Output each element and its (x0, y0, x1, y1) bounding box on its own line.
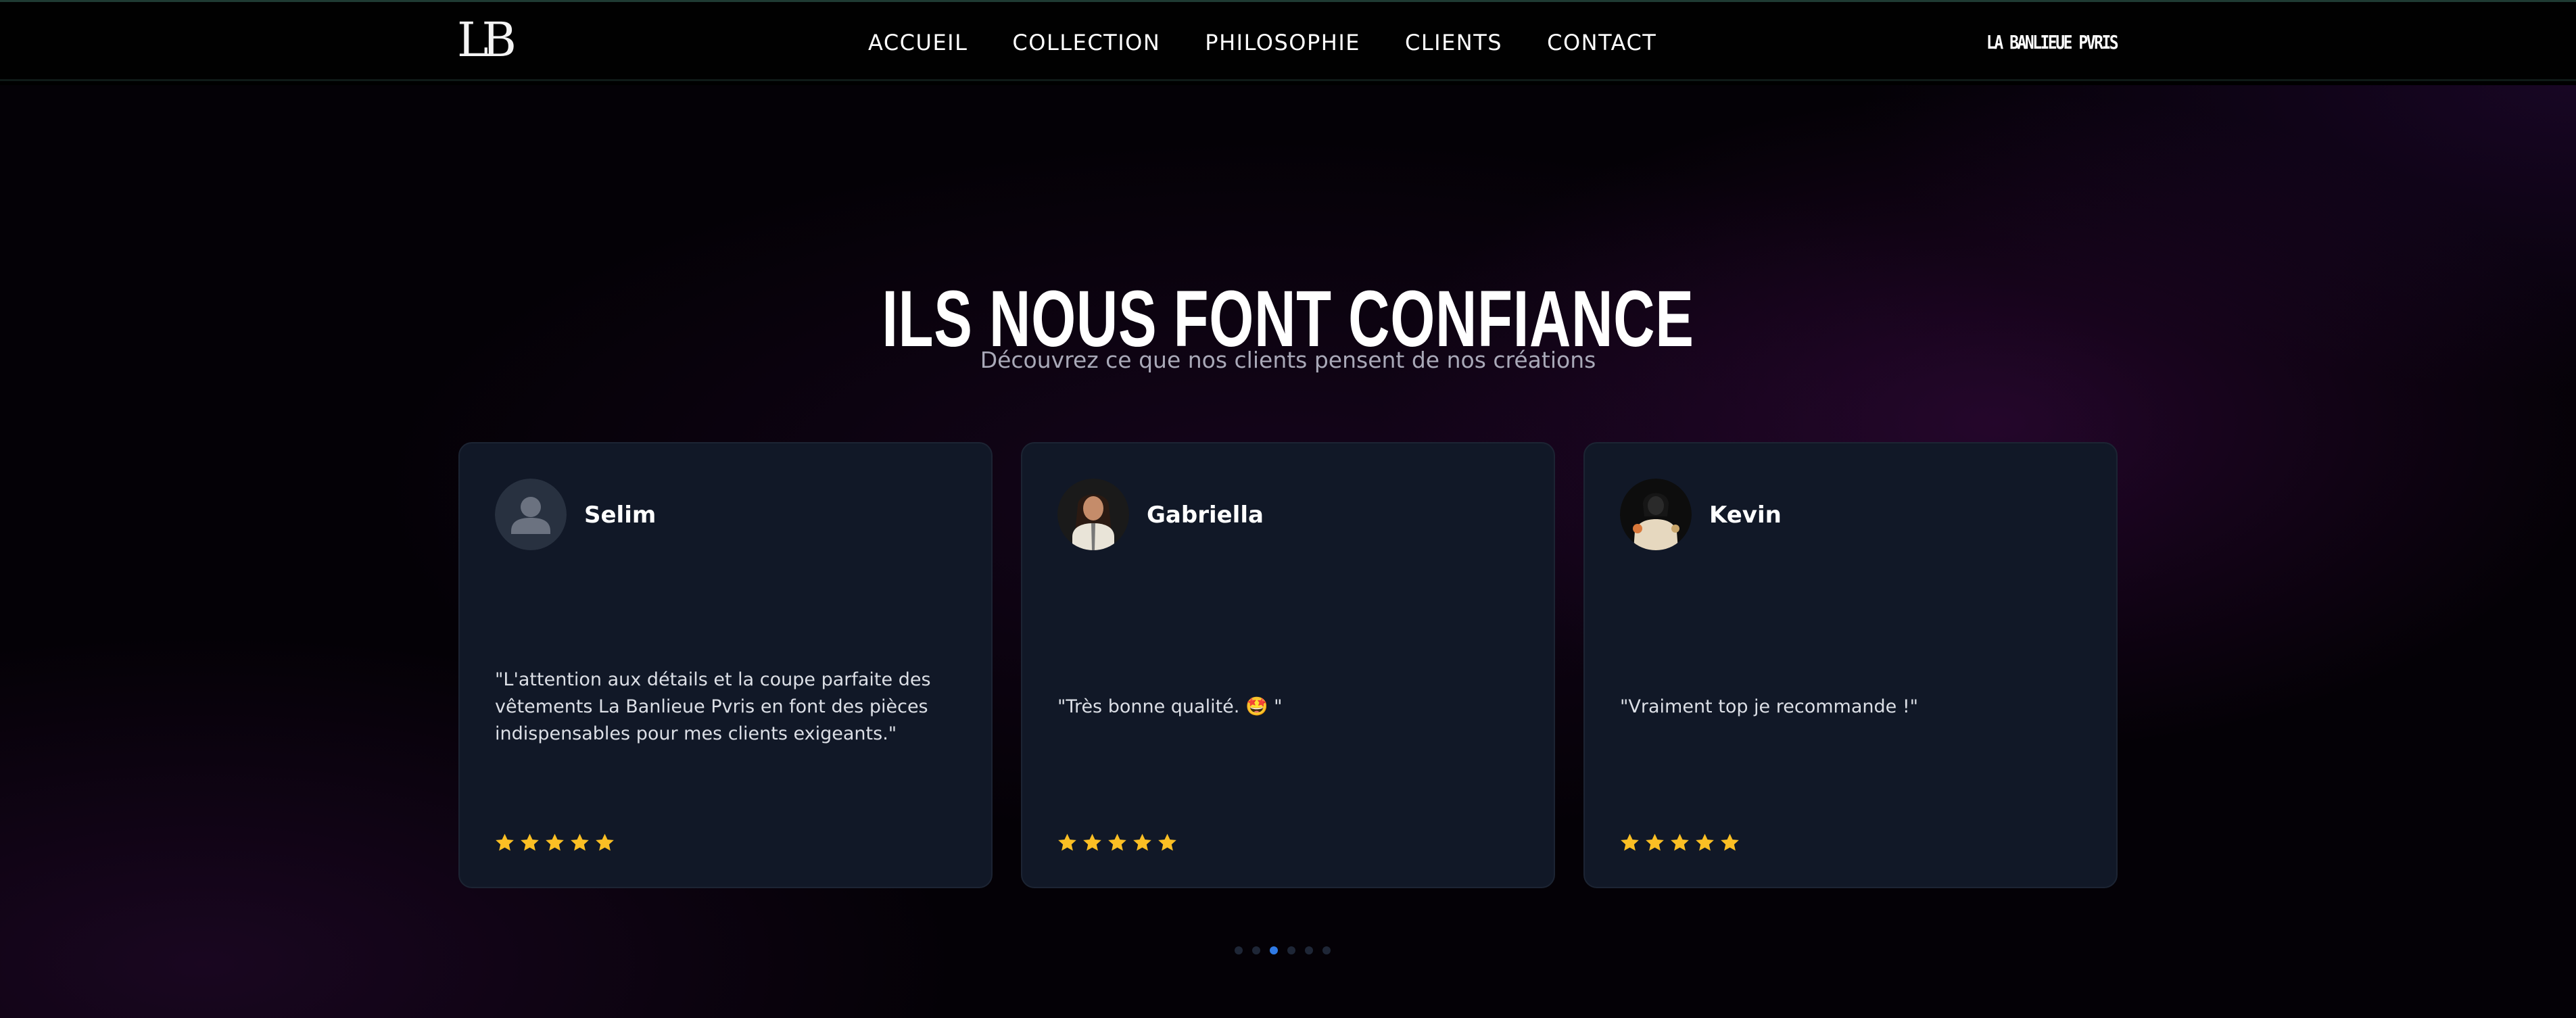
default-user-icon (495, 479, 567, 550)
rating-stars (1619, 831, 1741, 854)
testimonial-quote: "L'attention aux détails et la coupe par… (495, 646, 951, 768)
pagination-dot[interactable] (1322, 946, 1331, 954)
nav-link-accueil[interactable]: ACCUEIL (868, 28, 968, 57)
testimonial-quote: "Très bonne qualité. 🤩 " (1057, 646, 1513, 768)
brand-logo[interactable]: LB (457, 14, 522, 67)
testimonial-card-gabriella: Gabriella "Très bonne qualité. 🤩 " (1021, 442, 1555, 888)
brand-wordmark[interactable]: LA BANLIEUE PVRIS (1986, 26, 2119, 59)
testimonial-quote: "Vraiment top je recommande !" (1620, 646, 2076, 768)
star-icon (1108, 833, 1126, 851)
star-icon (546, 833, 564, 851)
testimonial-quote-text: "Très bonne qualité. 🤩 " (1057, 696, 1283, 717)
pagination-dot-active[interactable] (1270, 946, 1278, 954)
nav-link-philosophie[interactable]: PHILOSOPHIE (1205, 28, 1360, 57)
star-icon (571, 833, 589, 851)
logo-monogram: LB (457, 12, 517, 68)
section-subtitle: Découvrez ce que nos clients pensent de … (980, 347, 1596, 373)
rating-stars (1056, 831, 1178, 854)
testimonial-quote-text: "L'attention aux détails et la coupe par… (495, 669, 931, 744)
star-icon (1133, 833, 1151, 851)
pagination-dot[interactable] (1287, 946, 1295, 954)
star-icon (1696, 833, 1714, 851)
avatar (1620, 479, 1692, 550)
star-icon (1058, 833, 1076, 851)
star-icon (1671, 833, 1689, 851)
testimonial-card-selim: Selim "L'attention aux détails et la cou… (458, 442, 993, 888)
main-navigation: ACCUEIL COLLECTION PHILOSOPHIE CLIENTS C… (868, 28, 1656, 57)
pagination-dot[interactable] (1305, 946, 1313, 954)
star-icon (1621, 833, 1639, 851)
pagination-dot[interactable] (1252, 946, 1260, 954)
testimonial-author-name: Kevin (1709, 502, 1782, 529)
star-icon (521, 833, 539, 851)
star-icon (1646, 833, 1664, 851)
testimonial-author-name: Selim (584, 502, 657, 529)
nav-link-collection[interactable]: COLLECTION (1012, 28, 1160, 57)
nav-link-clients[interactable]: CLIENTS (1405, 28, 1502, 57)
star-icon (1083, 833, 1101, 851)
testimonial-author-name: Gabriella (1147, 502, 1264, 529)
pagination-dot[interactable] (1235, 946, 1243, 954)
avatar (1057, 479, 1129, 550)
testimonial-quote-text: "Vraiment top je recommande !" (1620, 696, 1919, 717)
rating-stars (494, 831, 616, 854)
star-icon (1721, 833, 1739, 851)
carousel-pagination (1235, 946, 1331, 954)
testimonial-card-kevin: Kevin "Vraiment top je recommande !" (1583, 442, 2118, 888)
star-icon (1158, 833, 1176, 851)
testimonials-section: ILS NOUS FONT CONFIANCE Découvrez ce que… (0, 85, 2576, 1018)
nav-link-contact[interactable]: CONTACT (1547, 28, 1656, 57)
top-navigation-bar: LB ACCUEIL COLLECTION PHILOSOPHIE CLIENT… (0, 0, 2576, 81)
star-icon (596, 833, 614, 851)
star-icon (496, 833, 514, 851)
